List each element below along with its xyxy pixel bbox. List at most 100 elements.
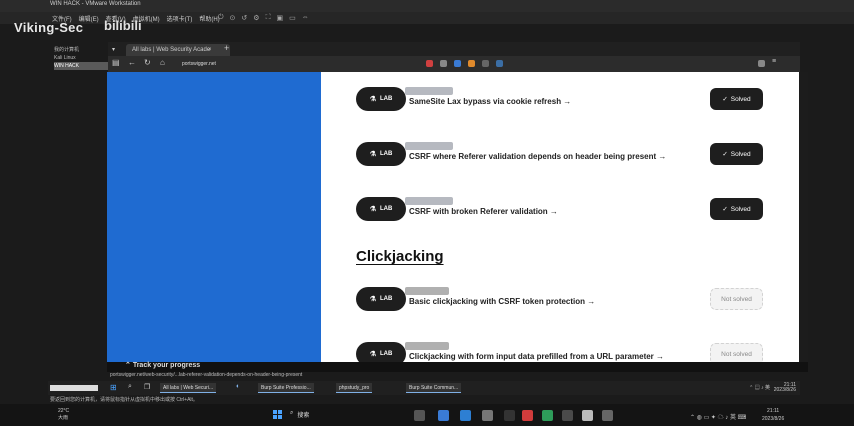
extension-b-icon[interactable] bbox=[496, 60, 503, 67]
check-icon: ✓ bbox=[722, 151, 728, 158]
lab-badge-label: LAB bbox=[379, 206, 393, 212]
vm-library: 我的计算机 Kali Linux WIN HACK bbox=[54, 46, 108, 80]
guest-tray-icons[interactable]: ⌃ ▤ ♪ 英 bbox=[749, 384, 770, 391]
guest-task-burp-pro[interactable]: Burp Suite Professio... bbox=[258, 383, 314, 393]
extension-orange-icon[interactable] bbox=[468, 60, 475, 67]
library-item-my-computer[interactable]: 我的计算机 bbox=[54, 46, 108, 54]
track-progress-bar: ⌃ Track your progress bbox=[107, 362, 808, 372]
sidebar-icon[interactable]: ▤ bbox=[112, 58, 120, 67]
track-progress-text: Track your progress bbox=[132, 362, 201, 369]
search-icon: ⌕ bbox=[290, 410, 294, 416]
lab-level-tag bbox=[405, 197, 453, 205]
vm-toolbar: ⏻ ⊙ ↺ ⚙ ⛶ ▣ ▭ ⇔ bbox=[218, 14, 309, 22]
manage-icon[interactable]: ⚙ bbox=[253, 14, 259, 22]
vm-title: WIN HACK - VMware Workstation bbox=[50, 1, 141, 7]
profile-icon[interactable] bbox=[758, 60, 765, 67]
guest-task-burp-community[interactable]: Burp Suite Commun... bbox=[406, 383, 462, 393]
library-item-win-hack[interactable]: WIN HACK bbox=[54, 62, 108, 70]
menu-icon[interactable]: ≡ bbox=[772, 58, 779, 65]
extension-puzzle-icon[interactable] bbox=[482, 60, 489, 67]
guest-edge-icon[interactable]: ◐ bbox=[236, 383, 240, 390]
host-app-icon[interactable] bbox=[562, 410, 573, 421]
unity-icon[interactable]: ▣ bbox=[276, 14, 283, 22]
vscode-icon[interactable] bbox=[460, 410, 471, 421]
guest-taskview-icon[interactable]: ❐ bbox=[144, 383, 150, 391]
weather-widget[interactable]: 22°C 大雨 bbox=[58, 408, 69, 422]
host-search-box[interactable]: ⌕ 搜索 bbox=[290, 410, 309, 419]
vm-menu-tabs[interactable]: 选项卡(T) bbox=[167, 14, 193, 23]
status-not-solved-button[interactable]: Not solved bbox=[710, 343, 763, 362]
vm-menu-help[interactable]: 帮助(H) bbox=[199, 14, 219, 23]
host-app-icon[interactable] bbox=[414, 410, 425, 421]
status-label: Solved bbox=[730, 150, 751, 158]
browser-tab-strip: ▾ All labs | Web Security Acade × + bbox=[108, 42, 800, 56]
refresh-icon[interactable]: ↻ bbox=[144, 58, 151, 67]
console-icon[interactable]: ▭ bbox=[289, 14, 296, 22]
extension-red-icon[interactable] bbox=[426, 60, 433, 67]
vm-titlebar: WIN HACK - VMware Workstation bbox=[0, 0, 854, 12]
lab-level-tag bbox=[405, 342, 449, 350]
lab-badge: ⚗ LAB bbox=[356, 287, 406, 311]
back-icon[interactable]: ← bbox=[128, 58, 136, 67]
guest-search-box[interactable] bbox=[50, 385, 98, 391]
lab-row[interactable]: ⚗ LAB CSRF where Referer validation depen… bbox=[321, 139, 799, 169]
library-item-kali[interactable]: Kali Linux bbox=[54, 54, 108, 62]
lab-list-content: ⚗ LAB SameSite Lax bypass via cookie refr… bbox=[321, 72, 799, 362]
guest-clock[interactable]: 21:11 2023/8/26 bbox=[774, 383, 796, 393]
host-app-icon[interactable] bbox=[482, 410, 493, 421]
new-tab-button[interactable]: + bbox=[224, 42, 229, 54]
guest-task-phpstudy[interactable]: phpstudy_pro bbox=[336, 383, 373, 393]
status-not-solved-button[interactable]: Not solved bbox=[710, 288, 763, 310]
extension-blue-icon[interactable] bbox=[454, 60, 461, 67]
snapshot-icon[interactable]: ⊙ bbox=[230, 14, 236, 22]
host-app-icon[interactable] bbox=[582, 410, 593, 421]
stretch-icon[interactable]: ⇔ bbox=[302, 14, 309, 22]
watermark-text: Viking-Sec bbox=[14, 20, 84, 35]
guest-search-icon[interactable]: ⌕ bbox=[128, 383, 132, 391]
check-icon: ✓ bbox=[722, 206, 728, 213]
lab-title-link[interactable]: Clickjacking with form input data prefil… bbox=[409, 352, 664, 361]
host-app-icon[interactable] bbox=[438, 410, 449, 421]
tab-all-labs[interactable]: All labs | Web Security Acade bbox=[126, 44, 230, 56]
status-label: Solved bbox=[730, 205, 751, 213]
bilibili-logo: bilibili bbox=[104, 18, 142, 33]
vm-release-hint: 要返回到您的计算机，请将鼠标指针从虚拟机中移出或按 Ctrl+Alt。 bbox=[50, 397, 198, 403]
lab-row[interactable]: ⚗ LAB Basic clickjacking with CSRF token … bbox=[321, 284, 799, 314]
status-label: Not solved bbox=[721, 350, 752, 358]
status-solved-button[interactable]: ✓ Solved bbox=[710, 198, 763, 220]
host-tray-icons[interactable]: ⌃ ◍ ▭ ✦ ☁ ♪ 英 ⌨ bbox=[690, 412, 746, 421]
tab-title: All labs | Web Security Acade bbox=[132, 47, 211, 53]
flask-icon: ⚗ bbox=[369, 296, 376, 303]
lab-title-link[interactable]: CSRF where Referer validation depends on… bbox=[409, 152, 666, 161]
host-app-icon[interactable] bbox=[504, 410, 515, 421]
lab-badge-label: LAB bbox=[379, 151, 393, 157]
revert-icon[interactable]: ↺ bbox=[241, 14, 247, 22]
windows-start-icon[interactable] bbox=[273, 410, 283, 420]
lab-row[interactable]: ⚗ LAB SameSite Lax bypass via cookie refr… bbox=[321, 84, 799, 114]
status-url: portswigger.net/web-security/...lab-refe… bbox=[110, 372, 303, 378]
host-app-icon[interactable] bbox=[542, 410, 553, 421]
tab-actions-icon[interactable]: ▾ bbox=[112, 44, 115, 56]
lab-row[interactable]: ⚗ LAB Clickjacking with form input data p… bbox=[321, 339, 799, 362]
lab-level-tag bbox=[405, 287, 449, 295]
host-app-icon[interactable] bbox=[522, 410, 533, 421]
lab-title-link[interactable]: CSRF with broken Referer validation → bbox=[409, 207, 558, 216]
page-scrollbar[interactable] bbox=[799, 72, 808, 362]
fullscreen-icon[interactable]: ⛶ bbox=[266, 14, 271, 22]
status-solved-button[interactable]: ✓ Solved bbox=[710, 88, 763, 110]
lab-row[interactable]: ⚗ LAB CSRF with broken Referer validation… bbox=[321, 194, 799, 224]
guest-start-icon[interactable]: ⊞ bbox=[110, 383, 117, 392]
guest-task-browser[interactable]: All labs | Web Securi... bbox=[160, 383, 217, 393]
extension-grey-icon[interactable] bbox=[440, 60, 447, 67]
power-icon[interactable]: ⏻ bbox=[218, 14, 224, 22]
host-app-icon[interactable] bbox=[602, 410, 613, 421]
lab-title-link[interactable]: Basic clickjacking with CSRF token prote… bbox=[409, 297, 595, 306]
address-bar[interactable]: portswigger.net bbox=[182, 59, 272, 69]
home-icon[interactable]: ⌂ bbox=[160, 58, 165, 67]
host-clock-time: 21:11 bbox=[767, 408, 780, 414]
status-solved-button[interactable]: ✓ Solved bbox=[710, 143, 763, 165]
host-clock[interactable]: 21:11 2023/8/26 bbox=[762, 407, 784, 423]
track-progress-label[interactable]: ⌃ Track your progress bbox=[125, 361, 200, 369]
close-tab-icon[interactable]: × bbox=[208, 44, 212, 56]
lab-title-link[interactable]: SameSite Lax bypass via cookie refresh → bbox=[409, 97, 571, 106]
